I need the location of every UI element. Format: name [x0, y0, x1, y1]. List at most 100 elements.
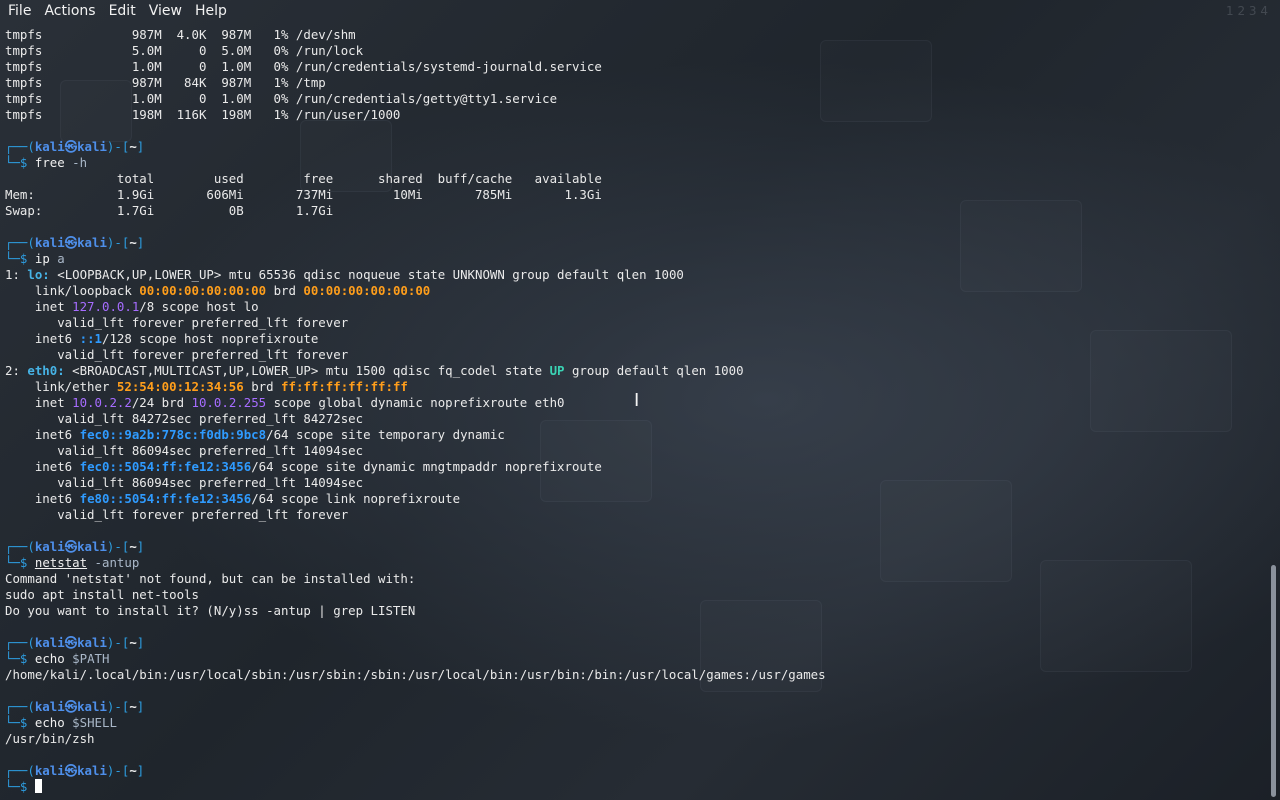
mac-broadcast: ff:ff:ff:ff:ff:ff: [281, 379, 408, 394]
ip-eth-inet6: inet6 fec0::5054:ff:fe12:3456/64 scope s…: [5, 459, 1266, 475]
prompt-frame: ]: [136, 235, 145, 250]
ip-eth-valid: valid_lft 84272sec preferred_lft 84272se…: [5, 411, 1266, 427]
text: sudo apt install net-tools: [5, 587, 199, 602]
prompt-dir: ~: [129, 235, 137, 250]
iface-flags: <LOOPBACK,UP,LOWER_UP> mtu 65536 qdisc n…: [49, 267, 684, 282]
df-row-text: tmpfs 1.0M 0 1.0M 0% /run/credentials/sy…: [5, 59, 602, 74]
mac-broadcast: 00:00:00:00:00:00: [303, 283, 431, 298]
blank-line: [5, 219, 1266, 235]
blank: [5, 747, 12, 762]
prompt-top: ┌──(kali㉿kali)-[~]: [5, 699, 1266, 715]
prompt-frame: ┌──(: [5, 763, 35, 778]
free-mem: Mem: 1.9Gi 606Mi 737Mi 10Mi 785Mi 1.3Gi: [5, 187, 1266, 203]
prompt-frame: ]: [136, 635, 145, 650]
prompt-bottom: └─$ echo $PATH: [5, 651, 1266, 667]
prompt-frame: └─$: [5, 779, 28, 794]
prompt-at: ㉿: [64, 699, 78, 714]
menu-edit[interactable]: Edit: [101, 0, 141, 22]
prompt-at: ㉿: [64, 635, 78, 650]
text: inet6: [5, 427, 80, 442]
prompt-top: ┌──(kali㉿kali)-[~]: [5, 539, 1266, 555]
terminal-scrollbar[interactable]: [1271, 565, 1276, 797]
free-header-text: total used free shared buff/cache availa…: [5, 171, 602, 186]
ipv4-broadcast: 10.0.2.255: [191, 395, 267, 410]
text: link/loopback: [5, 283, 140, 298]
blank-line: [5, 683, 1266, 699]
echo-shell-out: /usr/bin/zsh: [5, 731, 1266, 747]
prompt-top: ┌──(kali㉿kali)-[~]: [5, 235, 1266, 251]
iface-number: 2:: [5, 363, 28, 378]
text: /8 scope host lo: [139, 299, 259, 314]
text: /64 scope site dynamic mngtmpaddr nopref…: [251, 459, 602, 474]
prompt-frame: ]: [136, 699, 145, 714]
prompt-frame: ┌──(: [5, 539, 35, 554]
menu-view[interactable]: View: [141, 0, 187, 22]
ipv4-address: 127.0.0.1: [72, 299, 140, 314]
text: Do you want to install it? (N/y)ss -antu…: [5, 603, 416, 618]
prompt-top: ┌──(kali㉿kali)-[~]: [5, 635, 1266, 651]
df-row-text: tmpfs 198M 116K 198M 1% /run/user/1000: [5, 107, 401, 122]
prompt-frame: └─$: [5, 155, 28, 170]
free-header: total used free shared buff/cache availa…: [5, 171, 1266, 187]
prompt-host: kali: [77, 699, 107, 714]
prompt-at: ㉿: [64, 763, 78, 778]
text: inet: [5, 395, 73, 410]
blank-line: [5, 619, 1266, 635]
iface-number: 1:: [5, 267, 28, 282]
mac-address: 52:54:00:12:34:56: [116, 379, 244, 394]
menu-actions[interactable]: Actions: [36, 0, 100, 22]
prompt-frame: )-[: [106, 539, 130, 554]
ip-lo-inet6: inet6 ::1/128 scope host noprefixroute: [5, 331, 1266, 347]
ipv6-address: ::1: [79, 331, 102, 346]
prompt-frame: )-[: [106, 763, 130, 778]
prompt-bottom: └─$: [5, 779, 1266, 795]
blank-line: [5, 747, 1266, 763]
prompt-user: kali: [34, 539, 65, 554]
prompt-dir: ~: [129, 139, 137, 154]
i-beam-cursor-icon: I: [634, 390, 640, 411]
command-args: a: [57, 251, 65, 266]
prompt-frame: )-[: [106, 139, 130, 154]
prompt-dir: ~: [129, 635, 137, 650]
ip-eth-valid: valid_lft forever preferred_lft forever: [5, 507, 1266, 523]
prompt-user: kali: [34, 139, 65, 154]
df-row: tmpfs 198M 116K 198M 1% /run/user/1000: [5, 107, 1266, 123]
prompt-bottom: └─$ echo $SHELL: [5, 715, 1266, 731]
text: valid_lft 86094sec preferred_lft 14094se…: [5, 443, 364, 458]
df-row-text: tmpfs 987M 84K 987M 1% /tmp: [5, 75, 326, 90]
iface-state: UP: [549, 363, 565, 378]
terminal-output[interactable]: tmpfs 987M 4.0K 987M 1% /dev/shm tmpfs 5.…: [5, 27, 1266, 800]
prompt-user: kali: [34, 699, 65, 714]
command-name: echo: [34, 715, 65, 730]
prompt-user: kali: [34, 635, 65, 650]
text: /64 scope site temporary dynamic: [266, 427, 505, 442]
ip-lo-link: link/loopback 00:00:00:00:00:00 brd 00:0…: [5, 283, 1266, 299]
menu-file[interactable]: File: [0, 0, 36, 22]
text: valid_lft 84272sec preferred_lft 84272se…: [5, 411, 364, 426]
blank: [5, 683, 12, 698]
prompt-dir: ~: [129, 763, 137, 778]
command-args: -antup: [94, 555, 140, 570]
prompt-host: kali: [77, 235, 107, 250]
blank: [5, 523, 12, 538]
menu-help[interactable]: Help: [187, 0, 232, 22]
prompt-frame: ┌──(: [5, 699, 35, 714]
text: brd: [266, 283, 304, 298]
prompt-dir: ~: [129, 539, 137, 554]
text: valid_lft forever preferred_lft forever: [5, 507, 349, 522]
text: inet6: [5, 331, 80, 346]
text: link/ether: [5, 379, 117, 394]
df-row-text: tmpfs 5.0M 0 5.0M 0% /run/lock: [5, 43, 364, 58]
prompt-frame: └─$: [5, 251, 28, 266]
blank: [5, 219, 12, 234]
ipv6-address: fec0::5054:ff:fe12:3456: [79, 459, 252, 474]
ip-lo-inet: inet 127.0.0.1/8 scope host lo: [5, 299, 1266, 315]
prompt-host: kali: [77, 635, 107, 650]
prompt-frame: )-[: [106, 699, 130, 714]
text: /usr/bin/zsh: [5, 731, 95, 746]
prompt-host: kali: [77, 763, 107, 778]
df-row: tmpfs 1.0M 0 1.0M 0% /run/credentials/ge…: [5, 91, 1266, 107]
